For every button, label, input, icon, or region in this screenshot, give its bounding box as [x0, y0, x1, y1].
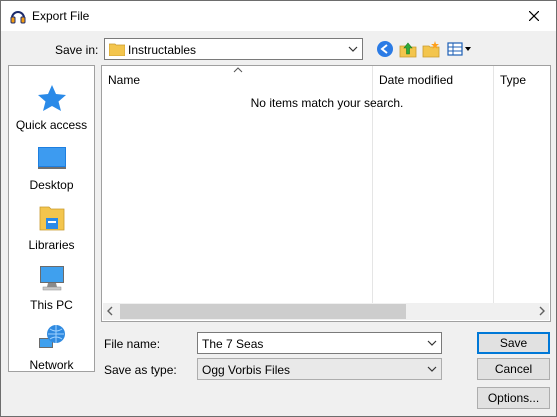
- column-header-name[interactable]: Name: [102, 66, 372, 92]
- place-quick-access[interactable]: Quick access: [9, 76, 94, 134]
- save-as-type-dropdown[interactable]: Ogg Vorbis Files: [197, 358, 442, 380]
- place-libraries[interactable]: Libraries: [9, 196, 94, 254]
- column-header-type[interactable]: Type: [494, 66, 550, 92]
- view-menu-icon[interactable]: [447, 40, 473, 58]
- column-header-date-modified[interactable]: Date modified: [373, 66, 493, 92]
- star-icon: [38, 85, 66, 111]
- close-button[interactable]: [520, 3, 548, 29]
- headphones-app-icon: [10, 11, 26, 24]
- scroll-right-icon[interactable]: [539, 306, 545, 316]
- scroll-left-icon[interactable]: [107, 306, 113, 316]
- empty-list-message: No items match your search.: [250, 96, 404, 110]
- cancel-button-label: Cancel: [494, 362, 533, 376]
- horizontal-scrollbar[interactable]: [103, 303, 549, 320]
- chevron-down-icon: [427, 366, 437, 372]
- save-button-label: Save: [499, 336, 528, 350]
- place-label: Desktop: [29, 178, 74, 192]
- file-list[interactable]: Name Date modified Type No items match y…: [101, 65, 551, 322]
- sort-ascending-icon: [233, 67, 243, 73]
- column-type-label: Type: [500, 73, 527, 87]
- save-in-dropdown[interactable]: Instructables: [104, 38, 363, 60]
- place-network[interactable]: Network: [9, 316, 94, 374]
- options-button[interactable]: Options...: [477, 387, 550, 409]
- window-title: Export File: [32, 9, 90, 23]
- title-bar: Export File: [1, 1, 556, 31]
- desktop-icon: [38, 147, 66, 169]
- place-label: Network: [29, 358, 74, 372]
- file-name-label: File name:: [104, 337, 161, 351]
- export-file-dialog: Export File Save in: Instructables Quick…: [0, 0, 557, 417]
- file-name-value: The 7 Seas: [202, 337, 264, 351]
- save-in-label: Save in:: [55, 43, 99, 57]
- place-label: Quick access: [15, 118, 88, 132]
- new-folder-icon[interactable]: [422, 40, 440, 58]
- save-in-value: Instructables: [128, 43, 197, 57]
- close-icon: [529, 11, 539, 21]
- save-as-type-label: Save as type:: [104, 363, 177, 377]
- save-button[interactable]: Save: [477, 332, 550, 354]
- chevron-down-icon: [348, 46, 358, 52]
- folder-icon: [109, 43, 125, 56]
- place-desktop[interactable]: Desktop: [9, 136, 94, 194]
- computer-icon: [40, 266, 64, 291]
- place-label: This PC: [30, 298, 73, 312]
- file-name-input[interactable]: The 7 Seas: [197, 332, 442, 354]
- column-name-label: Name: [108, 73, 141, 87]
- up-folder-icon[interactable]: [399, 40, 417, 58]
- scrollbar-thumb[interactable]: [120, 304, 406, 319]
- chevron-down-icon[interactable]: [427, 337, 437, 349]
- save-as-type-value: Ogg Vorbis Files: [202, 363, 291, 377]
- column-date-label: Date modified: [379, 73, 454, 87]
- place-label: Libraries: [28, 238, 75, 252]
- cancel-button[interactable]: Cancel: [477, 358, 550, 380]
- network-globe-icon: [39, 325, 65, 348]
- libraries-folder-icon: [39, 206, 65, 231]
- place-this-pc[interactable]: This PC: [9, 256, 94, 314]
- places-bar: Quick access Desktop Libraries This PC N…: [8, 65, 95, 372]
- back-icon[interactable]: [376, 40, 394, 58]
- options-button-label: Options...: [487, 391, 540, 405]
